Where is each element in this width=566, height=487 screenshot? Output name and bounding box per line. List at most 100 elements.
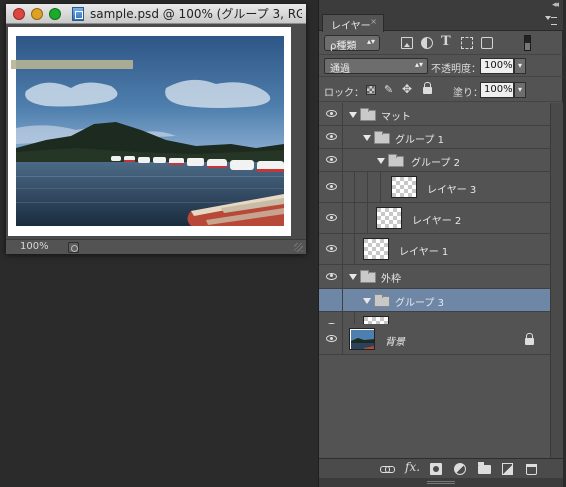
visibility-toggle[interactable] — [319, 234, 343, 264]
new-group-icon[interactable] — [478, 462, 491, 474]
opacity-dropdown-icon[interactable]: ▾ — [514, 58, 526, 74]
delete-icon[interactable] — [526, 464, 537, 475]
expand-triangle-icon[interactable] — [363, 135, 371, 141]
canvas-area[interactable] — [6, 25, 306, 239]
visibility-toggle[interactable] — [319, 103, 343, 125]
fill-input[interactable]: 100% — [480, 82, 514, 98]
layer-row-group-1[interactable]: グループ 1 — [319, 126, 550, 149]
close-tab-icon[interactable]: × — [370, 17, 377, 26]
layer-name: レイヤー 1 — [399, 247, 449, 258]
lock-bar: ロック： ✎ ✥ 塗り： 100% ▾ — [319, 78, 563, 102]
filter-toggle-icon[interactable] — [524, 35, 531, 51]
clip-indent — [369, 172, 381, 202]
panel-tabbar: レイヤー × — [319, 12, 563, 32]
adjustment-layer-icon[interactable] — [454, 463, 466, 475]
new-layer-icon[interactable] — [502, 463, 513, 475]
expand-triangle-icon[interactable] — [363, 298, 371, 304]
layer-thumbnail[interactable] — [376, 207, 402, 229]
visibility-toggle[interactable] — [319, 172, 343, 202]
layer-row-outer-frame[interactable]: 外枠 — [319, 265, 550, 289]
filter-image-icon[interactable] — [401, 37, 413, 49]
clip-indent — [343, 234, 355, 264]
grip-lines-icon — [427, 481, 455, 484]
visibility-toggle[interactable] — [319, 289, 343, 311]
layer-row-group-2[interactable]: グループ 2 — [319, 149, 550, 172]
lock-transparent-pixels-icon[interactable] — [366, 85, 376, 95]
clip-indent — [343, 203, 355, 233]
filter-type-icon[interactable]: T — [441, 34, 453, 49]
layer-thumbnail[interactable] — [363, 238, 389, 260]
mat-layer-strip — [11, 60, 133, 69]
psd-file-icon — [72, 7, 84, 21]
visibility-toggle[interactable] — [319, 324, 343, 354]
document-titlebar[interactable]: sample.psd @ 100% (グループ 3, RG… — [6, 4, 306, 24]
panel-resize-grip[interactable] — [319, 478, 563, 487]
opacity-label: 不透明度： — [431, 64, 481, 75]
document-title: sample.psd @ 100% (グループ 3, RG… — [90, 7, 302, 21]
panel-menu-icon[interactable] — [545, 16, 557, 26]
document-window[interactable]: sample.psd @ 100% (グループ 3, RG… 100% — [6, 4, 306, 254]
status-menu-icon[interactable] — [68, 242, 79, 253]
eye-icon — [326, 272, 337, 280]
filter-shape-icon[interactable] — [461, 37, 473, 49]
filter-adjustment-icon[interactable] — [421, 37, 433, 49]
zoom-level[interactable]: 100% — [20, 241, 49, 252]
layer-list-empty-area[interactable] — [319, 355, 550, 458]
layer-row-layer-2[interactable]: レイヤー 2 — [319, 203, 550, 234]
filter-smart-object-icon[interactable] — [481, 37, 493, 49]
lock-position-icon[interactable]: ✥ — [402, 82, 412, 96]
select-arrows-icon: ▴▾ — [366, 37, 375, 46]
folder-icon — [374, 131, 390, 144]
zoom-window-button[interactable] — [49, 8, 61, 20]
visibility-toggle[interactable] — [319, 203, 343, 233]
visibility-toggle[interactable] — [319, 265, 343, 288]
eye-icon — [326, 245, 337, 252]
lock-all-icon[interactable] — [423, 82, 432, 94]
eye-icon — [326, 214, 337, 221]
layer-row-matte[interactable]: マット — [319, 103, 550, 126]
fx-icon[interactable]: fx. — [405, 460, 420, 474]
collapse-panel-icon[interactable]: ◂◂ — [552, 0, 559, 10]
filter-kind-select[interactable]: ρ種類 ▴▾ — [324, 35, 380, 52]
layer-list-scrollbar[interactable] — [550, 103, 563, 458]
layer-filter-bar: ρ種類 ▴▾ T — [319, 31, 563, 55]
blend-mode-value: 通過 — [330, 64, 350, 75]
opacity-input[interactable]: 100% — [480, 58, 514, 74]
layer-name: グループ 1 — [395, 135, 444, 146]
close-window-button[interactable] — [13, 8, 25, 20]
layer-name: マット — [381, 112, 411, 123]
fill-dropdown-icon[interactable]: ▾ — [514, 82, 526, 98]
minimize-window-button[interactable] — [31, 8, 43, 20]
lock-label: ロック： — [324, 88, 364, 99]
link-layers-icon[interactable] — [380, 463, 395, 475]
layer-name: レイヤー 2 — [412, 216, 462, 227]
expand-triangle-icon[interactable] — [349, 274, 357, 280]
layer-thumbnail[interactable] — [391, 176, 417, 198]
folder-icon — [360, 108, 376, 121]
blend-mode-select[interactable]: 通過 ▴▾ — [324, 58, 428, 75]
clip-indent — [343, 172, 355, 202]
eye-icon — [326, 335, 337, 342]
panel-top-strip: ◂◂ — [319, 0, 563, 12]
layer-name: レイヤー 3 — [427, 185, 477, 196]
layer-mask-icon[interactable] — [430, 463, 442, 475]
eye-icon — [326, 156, 337, 163]
layers-panel-footer: fx. — [319, 458, 563, 478]
visibility-toggle[interactable] — [319, 126, 343, 148]
lock-image-pixels-icon[interactable]: ✎ — [384, 83, 394, 96]
filter-kind-label: ρ種類 — [330, 41, 357, 52]
layer-row-layer-3[interactable]: レイヤー 3 — [319, 172, 550, 203]
background-thumbnail[interactable] — [349, 328, 375, 350]
layer-row-group-3[interactable]: グループ 3 — [319, 289, 550, 312]
resize-grip-icon[interactable] — [294, 243, 303, 252]
expand-triangle-icon[interactable] — [349, 112, 357, 118]
visibility-toggle[interactable] — [319, 149, 343, 171]
select-arrows-icon: ▴▾ — [414, 60, 423, 69]
folder-icon — [388, 154, 404, 167]
expand-triangle-icon[interactable] — [377, 158, 385, 164]
tab-layers[interactable]: レイヤー × — [322, 14, 384, 32]
layer-row-background[interactable]: 背景 — [319, 324, 550, 355]
layer-name: 外枠 — [381, 274, 401, 285]
layer-row-layer-1[interactable]: レイヤー 1 — [319, 234, 550, 265]
layer-name: 背景 — [385, 337, 405, 348]
